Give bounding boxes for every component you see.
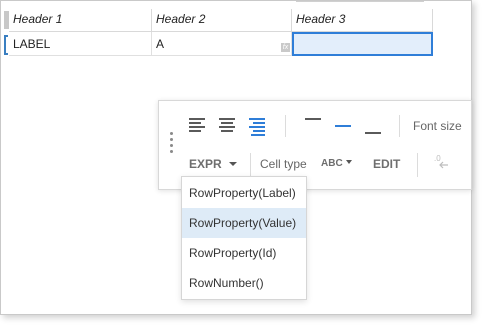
cell-r1-c2[interactable]: A — [152, 32, 292, 56]
row-marker — [4, 35, 8, 55]
align-center-icon[interactable] — [217, 117, 239, 137]
formula-icon[interactable]: fx — [281, 43, 290, 52]
column-header-1[interactable]: Header 1 — [9, 9, 152, 32]
expr-label: EXPR — [189, 157, 222, 171]
cell-r1-c1[interactable]: LABEL — [9, 32, 152, 56]
menu-item-rowproperty-label[interactable]: RowProperty(Label) — [182, 178, 306, 208]
align-left-icon[interactable] — [187, 117, 209, 137]
chevron-down-icon — [228, 162, 237, 166]
decrease-decimal-icon[interactable]: .0 — [432, 153, 452, 171]
chevron-down-icon — [345, 160, 352, 164]
svg-text:.0: .0 — [434, 154, 441, 163]
drag-handle-icon[interactable] — [170, 132, 174, 158]
menu-item-rowproperty-value[interactable]: RowProperty(Value) — [182, 208, 306, 238]
abc-label: ABC — [321, 158, 343, 169]
menu-item-rownumber[interactable]: RowNumber() — [182, 268, 306, 298]
edit-button[interactable]: EDIT — [373, 157, 400, 171]
spreadsheet-grid: Header 1 Header 2 Header 3 LABEL A fx — [4, 9, 434, 57]
font-size-label[interactable]: Font size — [413, 119, 462, 133]
cell-type-label: Cell type — [260, 157, 307, 171]
cell-r1-c3-selected[interactable] — [292, 32, 433, 56]
toolbar-separator — [250, 153, 251, 177]
column-header-2[interactable]: Header 2 — [152, 9, 292, 32]
expr-dropdown-menu: RowProperty(Label) RowProperty(Value) Ro… — [181, 176, 307, 300]
valign-top-icon[interactable] — [303, 117, 325, 137]
top-edge-line — [296, 1, 424, 2]
column-header-3[interactable]: Header 3 — [292, 9, 433, 32]
valign-bottom-icon[interactable] — [363, 117, 385, 137]
expr-dropdown[interactable]: EXPR — [189, 157, 237, 171]
valign-middle-icon[interactable] — [333, 117, 355, 137]
menu-item-rowproperty-id[interactable]: RowProperty(Id) — [182, 238, 306, 268]
toolbar-separator — [417, 153, 418, 177]
toolbar-separator — [399, 115, 400, 137]
widget-frame: Header 1 Header 2 Header 3 LABEL A fx Fo… — [0, 0, 472, 315]
toolbar-separator — [285, 115, 286, 137]
align-right-icon[interactable] — [247, 117, 269, 137]
abc-dropdown[interactable]: ABC — [321, 158, 352, 169]
